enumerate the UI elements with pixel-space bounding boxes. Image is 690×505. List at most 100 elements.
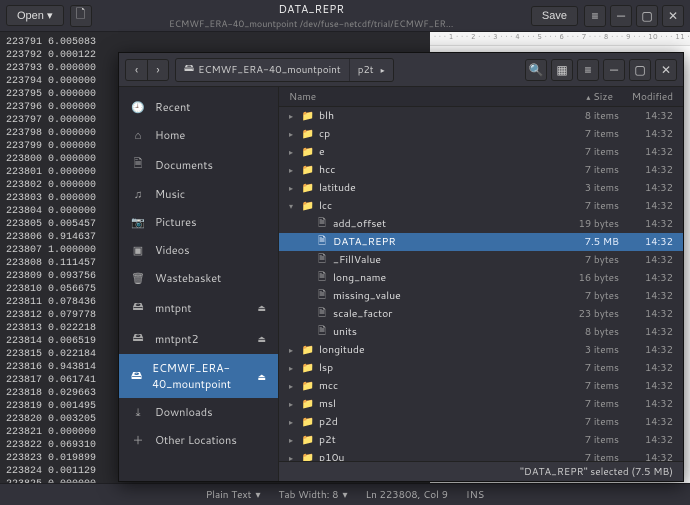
close-button[interactable]: ✕ bbox=[662, 5, 684, 27]
sidebar-item-wastebasket[interactable]: 🗑Wastebasket bbox=[119, 264, 278, 292]
file-row[interactable]: 🗎scale_factor23 bytes14:32 bbox=[279, 305, 683, 323]
sidebar-item-music[interactable]: ♫Music bbox=[119, 180, 278, 208]
eject-icon[interactable]: ⏏ bbox=[257, 332, 266, 345]
nav-back-button[interactable]: ‹ bbox=[125, 59, 147, 81]
file-name: hcc bbox=[319, 163, 549, 177]
minimize-button[interactable]: — bbox=[610, 5, 632, 27]
open-button[interactable]: Open ▾ bbox=[6, 5, 64, 26]
sidebar-icon: 🕘 bbox=[131, 99, 145, 115]
file-list[interactable]: ▸📁blh8 items14:32▸📁cp7 items14:32▸📁e7 it… bbox=[279, 107, 683, 461]
expand-icon[interactable]: ▸ bbox=[289, 182, 301, 194]
expand-icon[interactable]: ▸ bbox=[289, 362, 301, 374]
file-size: 7 items bbox=[549, 145, 619, 159]
view-grid-button[interactable]: ▦ bbox=[551, 59, 573, 81]
folder-row[interactable]: ▸📁latitude3 items14:32 bbox=[279, 179, 683, 197]
expand-icon[interactable]: ▾ bbox=[289, 200, 301, 212]
folder-row[interactable]: ▸📁p2t7 items14:32 bbox=[279, 431, 683, 449]
file-icon: 🗎 bbox=[315, 306, 329, 323]
file-name: _FillValue bbox=[333, 253, 549, 267]
folder-row[interactable]: ▸📁cp7 items14:32 bbox=[279, 125, 683, 143]
file-icon: 🗎 bbox=[315, 234, 329, 251]
folder-row[interactable]: ▾📁lcc7 items14:32 bbox=[279, 197, 683, 215]
file-modified: 14:32 bbox=[619, 271, 673, 285]
file-row[interactable]: 🗎add_offset19 bytes14:32 bbox=[279, 215, 683, 233]
folder-row[interactable]: ▸📁blh8 items14:32 bbox=[279, 107, 683, 125]
folder-row[interactable]: ▸📁msl7 items14:32 bbox=[279, 395, 683, 413]
sidebar-icon: 📷 bbox=[131, 214, 145, 230]
expand-icon[interactable]: ▸ bbox=[289, 434, 301, 446]
file-manager-sidebar: 🕘Recent⌂Home🗎Documents♫Music📷Pictures▣Vi… bbox=[119, 87, 279, 481]
sidebar-icon: 🖴 bbox=[131, 298, 145, 317]
sidebar-item-home[interactable]: ⌂Home bbox=[119, 121, 278, 149]
file-name: units bbox=[333, 325, 549, 339]
sidebar-item-mntpnt[interactable]: 🖴mntpnt⏏ bbox=[119, 292, 278, 323]
sidebar-item-other-locations[interactable]: ＋Other Locations bbox=[119, 426, 278, 454]
close-button[interactable]: ✕ bbox=[655, 59, 677, 81]
folder-row[interactable]: ▸📁longitude3 items14:32 bbox=[279, 341, 683, 359]
status-tab-width[interactable]: Tab Width: 8 ▾ bbox=[278, 488, 347, 502]
maximize-button[interactable]: ▢ bbox=[636, 5, 658, 27]
sidebar-item-pictures[interactable]: 📷Pictures bbox=[119, 208, 278, 236]
folder-row[interactable]: ▸📁e7 items14:32 bbox=[279, 143, 683, 161]
file-modified: 14:32 bbox=[619, 181, 673, 195]
file-row[interactable]: 🗎units8 bytes14:32 bbox=[279, 323, 683, 341]
file-name: latitude bbox=[319, 181, 549, 195]
eject-icon[interactable]: ⏏ bbox=[257, 370, 266, 383]
file-row[interactable]: 🗎missing_value7 bytes14:32 bbox=[279, 287, 683, 305]
expand-icon[interactable]: ▸ bbox=[289, 128, 301, 140]
path-bar[interactable]: 🖴 ECMWF_ERA-40_mountpoint p2t ▸ bbox=[175, 58, 394, 82]
eject-icon[interactable]: ⏏ bbox=[257, 301, 266, 314]
col-name[interactable]: Name bbox=[289, 90, 543, 104]
nav-forward-button[interactable]: › bbox=[147, 59, 169, 81]
file-size: 7 items bbox=[549, 379, 619, 393]
hamburger-menu-button[interactable]: ≡ bbox=[584, 5, 606, 27]
file-size: 7 items bbox=[549, 163, 619, 177]
col-modified[interactable]: Modified bbox=[613, 90, 673, 104]
minimize-button[interactable]: — bbox=[603, 59, 625, 81]
expand-icon[interactable]: ▸ bbox=[289, 380, 301, 392]
status-language[interactable]: Plain Text ▾ bbox=[206, 488, 261, 502]
col-size[interactable]: ▴ Size bbox=[543, 90, 613, 104]
file-modified: 14:32 bbox=[619, 199, 673, 213]
folder-row[interactable]: ▸📁mcc7 items14:32 bbox=[279, 377, 683, 395]
sidebar-item-ecmwf-era-40-mountpoint[interactable]: 🖴ECMWF_ERA-40_mountpoint⏏ bbox=[119, 354, 278, 398]
expand-icon[interactable]: ▸ bbox=[289, 110, 301, 122]
folder-row[interactable]: ▸📁p2d7 items14:32 bbox=[279, 413, 683, 431]
file-name: missing_value bbox=[333, 289, 549, 303]
sidebar-item-recent[interactable]: 🕘Recent bbox=[119, 93, 278, 121]
file-size: 7 items bbox=[549, 127, 619, 141]
sidebar-icon: ▣ bbox=[131, 242, 145, 258]
hamburger-menu-button[interactable]: ≡ bbox=[577, 59, 599, 81]
search-button[interactable]: 🔍 bbox=[525, 59, 547, 81]
expand-icon[interactable]: ▸ bbox=[289, 416, 301, 428]
folder-row[interactable]: ▸📁lsp7 items14:32 bbox=[279, 359, 683, 377]
sidebar-item-downloads[interactable]: ⤓Downloads bbox=[119, 398, 278, 426]
sidebar-item-documents[interactable]: 🗎Documents bbox=[119, 149, 278, 180]
file-row[interactable]: 🗎_FillValue7 bytes14:32 bbox=[279, 251, 683, 269]
maximize-button[interactable]: ▢ bbox=[629, 59, 651, 81]
sidebar-item-mntpnt2[interactable]: 🖴mntpnt2⏏ bbox=[119, 323, 278, 354]
expand-icon[interactable]: ▸ bbox=[289, 398, 301, 410]
file-name: add_offset bbox=[333, 217, 549, 231]
file-name: p2t bbox=[319, 433, 549, 447]
save-button[interactable]: Save bbox=[531, 6, 578, 26]
column-headers[interactable]: Name ▴ Size Modified bbox=[279, 87, 683, 107]
expand-icon[interactable]: ▸ bbox=[289, 452, 301, 461]
file-row[interactable]: 🗎long_name16 bytes14:32 bbox=[279, 269, 683, 287]
file-size: 7 items bbox=[549, 451, 619, 461]
file-size: 8 bytes bbox=[549, 325, 619, 339]
file-manager-window: ‹ › 🖴 ECMWF_ERA-40_mountpoint p2t ▸ 🔍 ▦ … bbox=[118, 52, 684, 482]
file-row[interactable]: 🗎DATA_REPR7.5 MB14:32 bbox=[279, 233, 683, 251]
expand-icon[interactable]: ▸ bbox=[289, 146, 301, 158]
status-insert-mode[interactable]: INS bbox=[466, 488, 484, 502]
expand-icon[interactable]: ▸ bbox=[289, 164, 301, 176]
path-segment-current[interactable]: p2t ▸ bbox=[350, 59, 393, 81]
file-name: msl bbox=[319, 397, 549, 411]
expand-icon[interactable]: ▸ bbox=[289, 344, 301, 356]
folder-row[interactable]: ▸📁hcc7 items14:32 bbox=[279, 161, 683, 179]
folder-row[interactable]: ▸📁p10u7 items14:32 bbox=[279, 449, 683, 461]
file-name: e bbox=[319, 145, 549, 159]
path-segment-root[interactable]: 🖴 ECMWF_ERA-40_mountpoint bbox=[176, 59, 350, 81]
new-doc-button[interactable]: 🗋 bbox=[70, 5, 92, 27]
sidebar-item-videos[interactable]: ▣Videos bbox=[119, 236, 278, 264]
